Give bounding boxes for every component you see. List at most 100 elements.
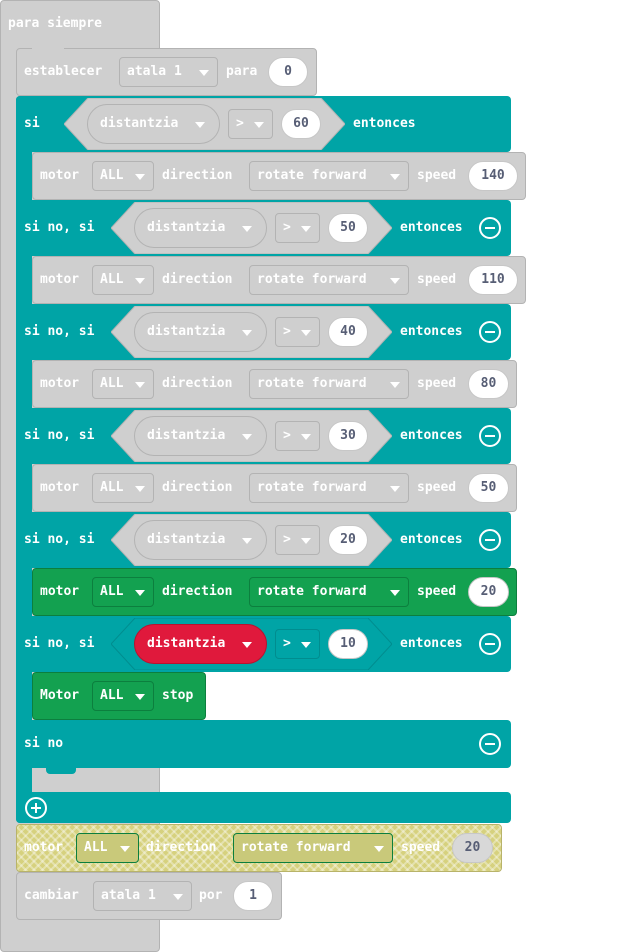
speed-input[interactable]: 50 xyxy=(468,473,509,503)
motor-dropdown[interactable]: ALL xyxy=(92,161,154,191)
operator-dropdown[interactable]: > xyxy=(275,317,320,347)
sensor-dropdown[interactable]: distantzia xyxy=(87,104,220,144)
sensor-dropdown[interactable]: distantzia xyxy=(134,416,267,456)
chevron-down-icon xyxy=(390,590,400,596)
direction-label: direction xyxy=(162,584,233,599)
else-if-label: si no, si xyxy=(24,428,95,443)
chevron-down-icon xyxy=(199,70,209,76)
remove-branch-icon[interactable] xyxy=(479,321,501,343)
threshold-input[interactable]: 50 xyxy=(328,213,368,243)
chevron-down-icon xyxy=(195,122,205,128)
speed-input[interactable]: 20 xyxy=(452,833,493,863)
motor-dropdown[interactable]: ALL xyxy=(92,265,154,295)
speed-label: speed xyxy=(417,376,457,391)
chevron-down-icon xyxy=(242,538,252,544)
set-value-input[interactable]: 0 xyxy=(268,57,308,87)
motor-name: ALL xyxy=(100,376,124,391)
direction-value: rotate forward xyxy=(257,584,367,599)
chevron-down-icon xyxy=(135,278,145,284)
operator-dropdown[interactable]: > xyxy=(275,629,320,659)
threshold-input[interactable]: 30 xyxy=(328,421,368,451)
chevron-down-icon xyxy=(301,434,311,440)
stop-label: stop xyxy=(162,688,194,703)
chevron-down-icon xyxy=(173,894,183,900)
motor-dropdown[interactable]: ALL xyxy=(92,369,154,399)
motor-name: ALL xyxy=(100,688,124,703)
if-block-footer[interactable] xyxy=(16,792,511,823)
motor-name: ALL xyxy=(100,272,124,287)
then-label: entonces xyxy=(400,324,463,339)
direction-label: direction xyxy=(162,480,233,495)
motor-stop-label: Motor xyxy=(40,688,80,703)
sensor-dropdown[interactable]: distantzia xyxy=(134,624,267,664)
direction-dropdown[interactable]: rotate forward xyxy=(233,833,393,863)
direction-label: direction xyxy=(162,376,233,391)
speed-input[interactable]: 110 xyxy=(468,265,518,295)
empty-slot-notch xyxy=(46,768,76,774)
sensor-dropdown[interactable]: distantzia xyxy=(134,208,267,248)
operator-dropdown[interactable]: > xyxy=(275,421,320,451)
motor-dropdown[interactable]: ALL xyxy=(92,473,154,503)
speed-input[interactable]: 80 xyxy=(468,369,509,399)
direction-dropdown[interactable]: rotate forward xyxy=(249,265,409,295)
operator-symbol: > xyxy=(283,636,291,651)
direction-label: direction xyxy=(162,272,233,287)
threshold-input[interactable]: 20 xyxy=(328,525,368,555)
speed-label: speed xyxy=(417,584,457,599)
sensor-dropdown[interactable]: distantzia xyxy=(134,312,267,352)
else-header[interactable] xyxy=(16,720,511,768)
speed-input[interactable]: 20 xyxy=(468,577,509,607)
operator-dropdown[interactable]: > xyxy=(275,525,320,555)
threshold-input[interactable]: 40 xyxy=(328,317,368,347)
remove-else-icon[interactable] xyxy=(479,733,501,755)
direction-value: rotate forward xyxy=(257,480,367,495)
change-value-input[interactable]: 1 xyxy=(233,881,273,911)
then-label: entonces xyxy=(400,636,463,651)
set-block-notch xyxy=(32,48,64,54)
remove-branch-icon[interactable] xyxy=(479,425,501,447)
direction-label: direction xyxy=(162,168,233,183)
direction-dropdown[interactable]: rotate forward xyxy=(249,369,409,399)
chevron-down-icon xyxy=(301,538,311,544)
chevron-down-icon xyxy=(390,486,400,492)
motor-label: motor xyxy=(40,376,80,391)
motor-name: ALL xyxy=(100,480,124,495)
threshold-input[interactable]: 60 xyxy=(281,109,321,139)
add-branch-icon[interactable] xyxy=(25,797,47,819)
set-variable-name: atala 1 xyxy=(127,64,182,79)
set-variable-dropdown[interactable]: atala 1 xyxy=(119,57,218,87)
else-if-label: si no, si xyxy=(24,220,95,235)
direction-dropdown[interactable]: rotate forward xyxy=(249,577,409,607)
set-label: establecer xyxy=(24,64,103,79)
operator-symbol: > xyxy=(283,220,291,235)
threshold-input[interactable]: 10 xyxy=(328,629,368,659)
chevron-down-icon xyxy=(242,642,252,648)
remove-branch-icon[interactable] xyxy=(479,217,501,239)
motor-dropdown[interactable]: ALL xyxy=(92,577,154,607)
speed-input[interactable]: 140 xyxy=(468,161,518,191)
motor-dropdown[interactable]: ALL xyxy=(76,833,139,863)
motor-label: motor xyxy=(40,168,80,183)
speed-label: speed xyxy=(417,168,457,183)
chevron-down-icon xyxy=(390,174,400,180)
chevron-down-icon xyxy=(242,226,252,232)
sensor-name: distantzia xyxy=(147,324,226,339)
speed-label: speed xyxy=(417,272,457,287)
remove-branch-icon[interactable] xyxy=(479,633,501,655)
operator-symbol: > xyxy=(236,116,244,131)
remove-branch-icon[interactable] xyxy=(479,529,501,551)
motor-dropdown[interactable]: ALL xyxy=(92,681,154,711)
chevron-down-icon xyxy=(390,382,400,388)
direction-dropdown[interactable]: rotate forward xyxy=(249,473,409,503)
change-label: cambiar xyxy=(24,888,79,903)
else-if-label: si no, si xyxy=(24,636,95,651)
direction-dropdown[interactable]: rotate forward xyxy=(249,161,409,191)
forever-label: para siempre xyxy=(8,16,102,31)
chevron-down-icon xyxy=(242,434,252,440)
operator-dropdown[interactable]: > xyxy=(228,109,273,139)
operator-dropdown[interactable]: > xyxy=(275,213,320,243)
change-variable-dropdown[interactable]: atala 1 xyxy=(93,881,192,911)
chevron-down-icon xyxy=(390,278,400,284)
chevron-down-icon xyxy=(374,846,384,852)
sensor-dropdown[interactable]: distantzia xyxy=(134,520,267,560)
